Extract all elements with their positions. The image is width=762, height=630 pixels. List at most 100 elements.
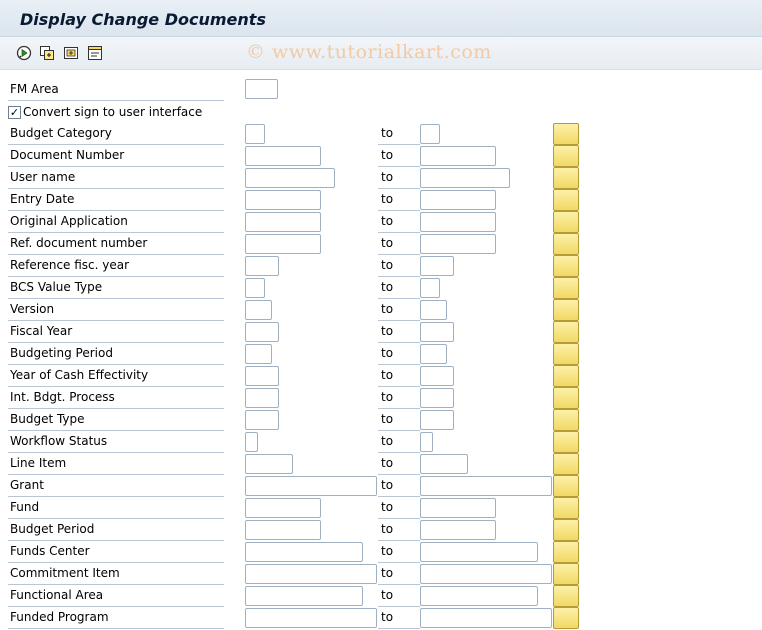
multiple-selection-button[interactable]	[553, 299, 579, 321]
from-value-field[interactable]	[245, 520, 321, 540]
from-value-field[interactable]	[245, 432, 258, 452]
from-value-field[interactable]	[245, 146, 321, 166]
to-value-field[interactable]	[420, 278, 440, 298]
multiple-selection-button[interactable]	[553, 563, 579, 585]
range-row: Funded Program to	[0, 607, 762, 629]
to-value-field[interactable]	[420, 234, 496, 254]
to-value-field[interactable]	[420, 454, 468, 474]
from-value-field[interactable]	[245, 476, 377, 496]
convert-sign-checkbox[interactable]: ✓	[8, 105, 21, 119]
multiple-selection-button[interactable]	[553, 365, 579, 387]
multiple-selection-button[interactable]	[553, 519, 579, 541]
get-variant-icon[interactable]	[38, 44, 56, 62]
from-value-field[interactable]	[245, 344, 272, 364]
from-value-field[interactable]	[245, 564, 377, 584]
to-value-field[interactable]	[420, 168, 510, 188]
multiple-selection-button[interactable]	[553, 321, 579, 343]
from-value-field[interactable]	[245, 234, 321, 254]
to-value-field[interactable]	[420, 410, 454, 430]
to-label: to	[378, 145, 420, 167]
from-value-field[interactable]	[245, 410, 279, 430]
multiple-selection-button[interactable]	[553, 607, 579, 629]
from-value-field[interactable]	[245, 608, 377, 628]
field-label: Version	[8, 299, 224, 321]
from-value-field[interactable]	[245, 190, 321, 210]
to-value-field[interactable]	[420, 388, 454, 408]
from-value-field[interactable]	[245, 300, 272, 320]
to-value-field[interactable]	[420, 190, 496, 210]
to-value-field[interactable]	[420, 146, 496, 166]
field-label: Entry Date	[8, 189, 224, 211]
range-row: Workflow Status to	[0, 431, 762, 453]
range-row: Ref. document number to	[0, 233, 762, 255]
from-value-field[interactable]	[245, 388, 279, 408]
from-value-field[interactable]	[245, 542, 363, 562]
to-label: to	[378, 277, 420, 299]
from-value-field[interactable]	[245, 212, 321, 232]
multiple-selection-button[interactable]	[553, 541, 579, 563]
multiple-selection-button[interactable]	[553, 255, 579, 277]
range-row: Commitment Item to	[0, 563, 762, 585]
to-value-field[interactable]	[420, 432, 433, 452]
from-value-field[interactable]	[245, 322, 279, 342]
multiple-selection-button[interactable]	[553, 189, 579, 211]
to-label: to	[378, 233, 420, 255]
from-value-field[interactable]	[245, 498, 321, 518]
to-label: to	[378, 519, 420, 541]
multiple-selection-button[interactable]	[553, 277, 579, 299]
to-value-field[interactable]	[420, 322, 454, 342]
range-row: Functional Area to	[0, 585, 762, 607]
multiple-selection-button[interactable]	[553, 167, 579, 189]
to-label: to	[378, 255, 420, 277]
field-label: Budgeting Period	[8, 343, 224, 365]
page-title: Display Change Documents	[20, 10, 266, 29]
multiple-selection-button[interactable]	[553, 409, 579, 431]
fm-area-field[interactable]	[245, 79, 278, 99]
to-value-field[interactable]	[420, 124, 440, 144]
from-value-field[interactable]	[245, 168, 335, 188]
from-value-field[interactable]	[245, 366, 279, 386]
field-label: Commitment Item	[8, 563, 224, 585]
multiple-selection-button[interactable]	[553, 145, 579, 167]
to-label: to	[378, 189, 420, 211]
to-label: to	[378, 431, 420, 453]
range-row: Funds Center to	[0, 541, 762, 563]
to-value-field[interactable]	[420, 498, 496, 518]
multiple-selection-button[interactable]	[553, 453, 579, 475]
from-value-field[interactable]	[245, 256, 279, 276]
multiple-selection-button[interactable]	[553, 211, 579, 233]
execute-icon[interactable]	[15, 44, 33, 62]
to-value-field[interactable]	[420, 564, 552, 584]
range-row: Document Number to	[0, 145, 762, 167]
multiple-selection-button[interactable]	[553, 343, 579, 365]
to-value-field[interactable]	[420, 542, 538, 562]
to-value-field[interactable]	[420, 344, 447, 364]
multiple-selection-button[interactable]	[553, 475, 579, 497]
multiple-selection-button[interactable]	[553, 431, 579, 453]
field-label: Fiscal Year	[8, 321, 224, 343]
field-label: Original Application	[8, 211, 224, 233]
to-value-field[interactable]	[420, 476, 552, 496]
multiple-selection-button[interactable]	[553, 497, 579, 519]
multiple-selection-button[interactable]	[553, 387, 579, 409]
to-value-field[interactable]	[420, 212, 496, 232]
to-value-field[interactable]	[420, 608, 552, 628]
from-value-field[interactable]	[245, 454, 293, 474]
range-row: Grant to	[0, 475, 762, 497]
selection-options-icon[interactable]	[86, 44, 104, 62]
to-label: to	[378, 453, 420, 475]
to-value-field[interactable]	[420, 586, 538, 606]
to-value-field[interactable]	[420, 366, 454, 386]
to-value-field[interactable]	[420, 520, 496, 540]
save-variant-icon[interactable]	[62, 44, 80, 62]
to-value-field[interactable]	[420, 256, 454, 276]
from-value-field[interactable]	[245, 586, 363, 606]
range-row: Budgeting Period to	[0, 343, 762, 365]
range-row: Version to	[0, 299, 762, 321]
to-value-field[interactable]	[420, 300, 447, 320]
from-value-field[interactable]	[245, 124, 265, 144]
from-value-field[interactable]	[245, 278, 265, 298]
multiple-selection-button[interactable]	[553, 585, 579, 607]
multiple-selection-button[interactable]	[553, 123, 579, 145]
multiple-selection-button[interactable]	[553, 233, 579, 255]
